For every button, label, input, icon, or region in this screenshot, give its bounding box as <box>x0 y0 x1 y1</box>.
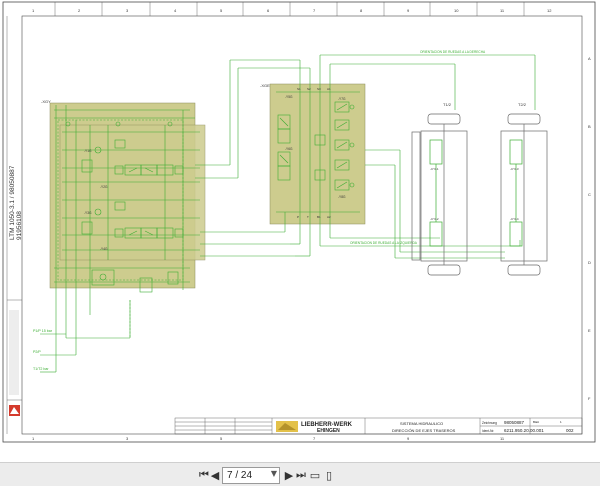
valve-tag: -Y8G <box>338 195 346 199</box>
previous-page-button[interactable]: ◀ <box>207 467 223 483</box>
page-navigation-bar: ⏮ ◀ 7 / 24 ▼ ▶ ⏭ ▭ ▯ <box>0 462 600 486</box>
col-number: 12 <box>547 8 552 13</box>
sheet-no: 002 <box>566 428 574 433</box>
row-letter: A <box>588 56 591 61</box>
valve-tag: -Y5G <box>285 95 293 99</box>
blatt-label: Blatt <box>533 420 539 424</box>
valve-tag: -Y7G <box>338 97 346 101</box>
valve-block-1: -XGY <box>41 99 206 289</box>
block1-tag: -XGY <box>41 99 51 104</box>
port-label: S3 <box>317 87 321 91</box>
port-label: A2 <box>327 215 331 219</box>
left-steer-note: ORIENTACION DE RUEDAS A LA IZQUIERDA <box>350 241 418 245</box>
port-label: B1 <box>317 215 321 219</box>
cyl-tag: -CYL2 <box>430 217 439 221</box>
port-label: P <box>297 215 299 219</box>
col-number: 10 <box>454 8 459 13</box>
port-label: S1 <box>297 87 301 91</box>
row-letter: D <box>588 260 591 265</box>
ident-no: 6211.950.20.00.001 <box>504 428 544 433</box>
block2-tag: -XGE <box>260 83 270 88</box>
page-number-value: 7 / 24 <box>227 470 253 481</box>
valve-tag: -Y3G <box>84 211 92 215</box>
chevron-down-icon: ▼ <box>270 469 277 478</box>
row-letter: E <box>588 328 591 333</box>
cyl-tag: -CYL1 <box>430 167 439 171</box>
liebherr-logo-icon <box>9 405 20 416</box>
row-letter: B <box>588 124 591 129</box>
drawing-title-2: DIRECCIÓN DE EJES TRASEROS <box>392 428 456 433</box>
cyl-tag: -CYL4 <box>510 217 519 221</box>
side-title-ident: 91956108 <box>16 211 23 240</box>
valve-tag: -Y1G <box>84 149 92 153</box>
hydraulic-schematic-sheet: 1 2 3 4 5 6 7 8 9 10 11 12 1 3 5 7 9 11 … <box>2 1 596 443</box>
port-label: A1 <box>327 87 331 91</box>
axle1-label: T1/2 <box>443 102 452 107</box>
inlet-label: P2/P <box>33 350 41 354</box>
drawing-no: 98050887 <box>504 420 525 425</box>
valve-tag: -Y2G <box>100 185 108 189</box>
axle2-label: T2/2 <box>518 102 527 107</box>
cyl-tag: -CYL3 <box>510 167 519 171</box>
ident-label: Ident-Nr. <box>482 429 494 433</box>
drawing-title-1: SISTEMA HIDRAULICO <box>400 421 443 426</box>
port-label: S2 <box>307 87 311 91</box>
port-label: T <box>307 215 309 219</box>
brand-city: EHINGEN <box>317 428 340 434</box>
valve-tag: -Y6G <box>285 147 293 151</box>
inlet-label: T1/T2 bar <box>33 367 49 371</box>
valve-tag: -Y4G <box>100 247 108 251</box>
two-page-view-icon[interactable]: ▯ <box>321 467 337 483</box>
pdf-viewer: 1 2 3 4 5 6 7 8 9 10 11 12 1 3 5 7 9 11 … <box>0 0 600 486</box>
drawing-no-label: Zeichnung <box>482 421 497 425</box>
inlet-label: P1/P 15 bar <box>33 329 53 333</box>
page-number-field[interactable]: 7 / 24 ▼ <box>222 467 280 484</box>
right-steer-note: ORIENTACION DE RUEDAS A LA DERECHA <box>420 50 486 54</box>
row-letter: C <box>588 192 591 197</box>
side-title-main: LTM 1050-3.1 / 98050887 <box>9 165 16 240</box>
